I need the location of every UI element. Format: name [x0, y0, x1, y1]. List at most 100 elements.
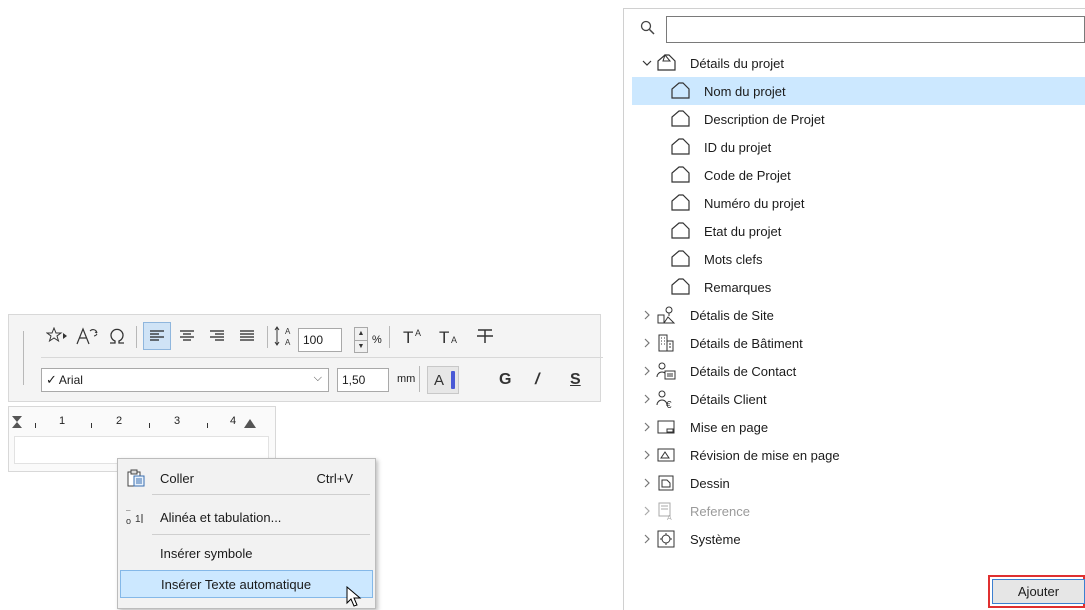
- favorites-star-icon[interactable]: [43, 322, 71, 350]
- reference-icon: A: [658, 502, 672, 521]
- tree-label: Code de Projet: [704, 167, 791, 183]
- client-euro-icon: €: [656, 390, 672, 409]
- tree-label: Numéro du projet: [704, 195, 805, 211]
- tree-group-layout[interactable]: Mise en page: [632, 413, 1085, 441]
- line-spacing-stepper[interactable]: ▲ ▼: [354, 327, 368, 353]
- tree-group-system[interactable]: Système: [632, 525, 1085, 553]
- tree-label: Dessin: [690, 475, 730, 491]
- tree-label: Etat du projet: [704, 223, 782, 239]
- chevron-right-icon: [644, 310, 650, 320]
- tree-group-drawing[interactable]: Dessin: [632, 469, 1085, 497]
- text-color-button[interactable]: A: [427, 366, 459, 394]
- justify-icon[interactable]: [233, 322, 261, 350]
- chevron-right-icon: [644, 422, 650, 432]
- tree-item-nom-du-projet[interactable]: Nom du projet: [632, 77, 1085, 105]
- menu-item-insert-symbol[interactable]: Insérer symbole: [120, 539, 373, 567]
- menu-item-paste[interactable]: Coller Ctrl+V: [120, 464, 373, 492]
- house-icon: [671, 194, 690, 211]
- line-spacing-icon: AA: [271, 322, 299, 350]
- tree-group-building[interactable]: Détails de Bâtiment: [632, 329, 1085, 357]
- bold-button[interactable]: G: [499, 371, 511, 389]
- tree-group-reference[interactable]: A Reference: [632, 497, 1085, 525]
- tree-label: Description de Projet: [704, 111, 825, 127]
- chevron-right-icon: [644, 506, 650, 516]
- tree-item-code-de-projet[interactable]: Code de Projet: [632, 161, 1085, 189]
- house-icon: [657, 53, 676, 71]
- search-input[interactable]: [666, 16, 1085, 43]
- align-left-icon[interactable]: [143, 322, 171, 350]
- menu-item-insert-autotext[interactable]: Insérer Texte automatique: [120, 570, 373, 598]
- mouse-cursor-icon: [346, 586, 362, 607]
- chevron-right-icon: [644, 450, 650, 460]
- chevron-right-icon: [644, 394, 650, 404]
- drawing-icon: [658, 475, 674, 491]
- tree-item-remarques[interactable]: Remarques: [632, 273, 1085, 301]
- tree-label: ID du projet: [704, 139, 772, 155]
- tree-group-site[interactable]: Détalis de Site: [632, 301, 1085, 329]
- tree-group-contact[interactable]: Détails de Contact: [632, 357, 1085, 385]
- font-name-select[interactable]: ✓ Arial ⌵: [41, 368, 329, 392]
- tree-label: Révision de mise en page: [690, 447, 840, 463]
- context-menu: Coller Ctrl+V ¯ o 1 Alinéa et tabulation..…: [117, 458, 376, 609]
- site-pin-icon: [657, 306, 676, 324]
- house-icon: [671, 166, 690, 183]
- font-name-value: Arial: [58, 373, 83, 387]
- svg-text:T: T: [439, 328, 449, 345]
- tree-group-layout-revision[interactable]: Révision de mise en page: [632, 441, 1085, 469]
- tree-label: Remarques: [704, 279, 772, 295]
- align-center-icon[interactable]: [173, 322, 201, 350]
- text-format-toolbar: AA 100 ▲ ▼ % TA TA ✓ Arial ⌵ 1,50 mm A G …: [8, 314, 603, 402]
- house-icon: [671, 222, 690, 239]
- tree-label: Détalis de Site: [690, 307, 774, 323]
- svg-text:€: €: [666, 400, 672, 409]
- underline-button[interactable]: S: [570, 371, 581, 389]
- tree-label: Mise en page: [690, 419, 769, 435]
- line-spacing-input[interactable]: 100: [298, 328, 342, 352]
- superscript-icon[interactable]: TA: [399, 322, 427, 350]
- align-right-icon[interactable]: [203, 322, 231, 350]
- tree-item-description-de-projet[interactable]: Description de Projet: [632, 105, 1085, 133]
- text-effects-icon[interactable]: [73, 322, 101, 350]
- strikethrough-icon[interactable]: [471, 322, 499, 350]
- paste-icon: [127, 469, 145, 487]
- chevron-down-icon: [642, 60, 652, 66]
- tree-item-etat-du-projet[interactable]: Etat du projet: [632, 217, 1085, 245]
- tree-item-numero-du-projet[interactable]: Numéro du projet: [632, 189, 1085, 217]
- house-icon: [671, 278, 690, 295]
- tree-group-project-details[interactable]: Détails du projet: [632, 49, 1085, 77]
- house-icon: [671, 138, 690, 155]
- svg-text:1: 1: [135, 514, 141, 525]
- omega-symbol-icon[interactable]: [103, 322, 131, 350]
- tree-item-mots-clefs[interactable]: Mots clefs: [632, 245, 1085, 273]
- indent-marker-icon[interactable]: [11, 415, 23, 429]
- percent-unit: %: [372, 334, 382, 346]
- menu-item-paragraph-tabs[interactable]: ¯ o 1 Alinéa et tabulation...: [120, 503, 373, 531]
- tree-label: Détails de Bâtiment: [690, 335, 803, 351]
- tree-label: Nom du projet: [704, 83, 786, 99]
- chevron-right-icon: [644, 534, 650, 544]
- svg-text:A: A: [667, 515, 672, 521]
- system-gear-icon: [657, 530, 675, 548]
- tree-group-client[interactable]: € Détails Client: [632, 385, 1085, 413]
- menu-item-label: Coller: [160, 470, 194, 486]
- svg-text:T: T: [403, 328, 413, 345]
- checkmark-icon: ✓: [46, 372, 57, 387]
- right-indent-marker-icon[interactable]: [243, 417, 257, 429]
- font-size-input[interactable]: 1,50: [337, 368, 389, 392]
- tree-label: Détails du projet: [690, 55, 784, 71]
- menu-item-label: Insérer symbole: [160, 545, 253, 561]
- chevron-down-icon: ⌵: [313, 372, 322, 384]
- size-unit: mm: [397, 373, 416, 385]
- tree-item-id-du-projet[interactable]: ID du projet: [632, 133, 1085, 161]
- add-button[interactable]: Ajouter: [992, 579, 1085, 604]
- house-icon: [671, 110, 690, 127]
- house-icon: [671, 250, 690, 267]
- contact-card-icon: [656, 362, 676, 380]
- tree-label: Reference: [690, 503, 750, 519]
- tree-label: Détails Client: [690, 391, 767, 407]
- svg-text:o: o: [126, 516, 131, 526]
- svg-text:A: A: [451, 335, 457, 345]
- ruler-number: 4: [230, 415, 237, 427]
- subscript-icon[interactable]: TA: [435, 322, 463, 350]
- italic-button[interactable]: /: [535, 371, 539, 389]
